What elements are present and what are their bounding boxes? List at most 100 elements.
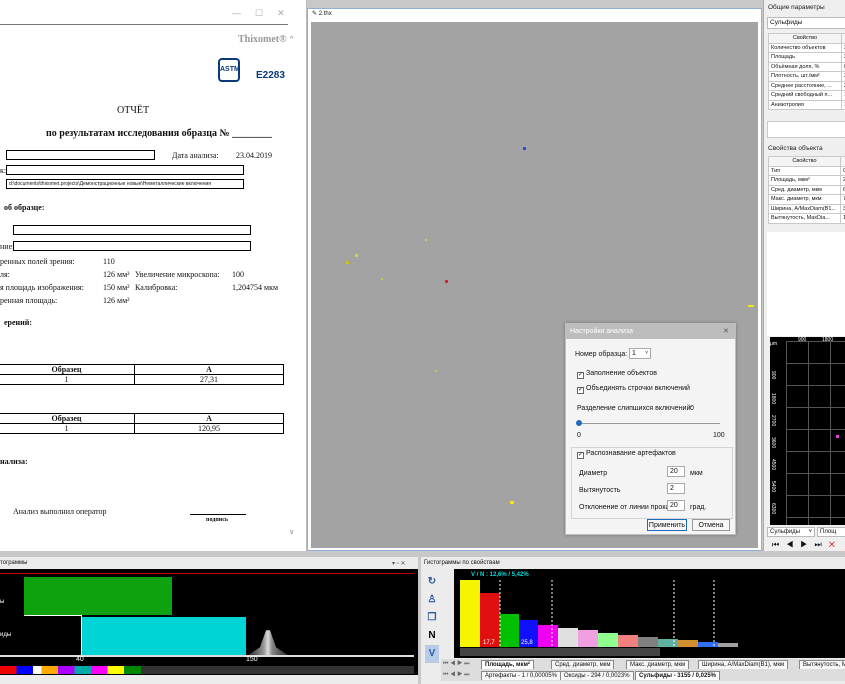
person-icon[interactable]: ♙: [425, 591, 439, 609]
scroll-up-icon[interactable]: ^: [290, 36, 293, 43]
tick-label: 17,7: [483, 640, 495, 646]
table-row[interactable]: Площадь2: [768, 52, 845, 63]
plot-property-select[interactable]: Площ: [817, 527, 845, 537]
chevron-down-icon: ˅: [808, 529, 812, 535]
tab-elongation[interactable]: Вытянутость, MaxDiam/...: [799, 660, 845, 669]
first-icon[interactable]: ⏮: [772, 540, 786, 549]
table-row[interactable]: Вытянутость, MaxDia...1: [767, 213, 845, 224]
table-header: A: [134, 364, 284, 375]
panel-title: тограммы: [0, 560, 28, 566]
tab-strip: ⏮ ◀ ▶ ⏭ Площадь, мкм² Сред. диаметр, мкм…: [441, 659, 845, 670]
fill-objects-checkbox[interactable]: ✓ Заполнение объектов: [577, 370, 657, 379]
histogram-bar: [460, 580, 480, 647]
inclusion-object[interactable]: [510, 501, 514, 504]
table-row[interactable]: Плотность, шт./мм²2: [768, 71, 845, 82]
report-subtitle: по результатам исследования образца № __…: [46, 128, 273, 139]
diameter-input[interactable]: 20: [667, 466, 685, 477]
delete-icon[interactable]: ✕: [829, 540, 842, 549]
histogram-bar: [598, 633, 618, 647]
scatter-plot[interactable]: μm 900 1800 900 1800 2700 3600 4500 5400…: [770, 337, 845, 525]
close-icon[interactable]: ✕: [723, 327, 729, 335]
merge-lines-checkbox[interactable]: ✓ Объединять строчки включений: [577, 385, 690, 394]
class-tab-strip: ⏮ ◀ ▶ ⏭ Артефакты - 1 / 0,00005% Оксиды …: [441, 670, 845, 681]
table-row[interactable]: Среднее расстояние, ...2: [768, 80, 845, 91]
color-legend-strip[interactable]: [0, 666, 414, 674]
table-cell: Плотность, шт./мм²: [768, 71, 842, 82]
histogram-bar: [538, 625, 558, 647]
scroll-down-icon[interactable]: v: [290, 529, 294, 536]
property-histogram[interactable]: V / N : 12,6% / 5,42% 17,7 25,8: [454, 569, 845, 658]
histogram-bar: [578, 630, 598, 647]
cancel-button[interactable]: Отмена: [692, 519, 730, 531]
plot-point[interactable]: [836, 435, 839, 438]
tab-nav-icons[interactable]: ⏮ ◀ ▶ ⏭: [443, 672, 470, 679]
inclusion-object[interactable]: [381, 278, 383, 280]
table-row[interactable]: Объёмная доля, %0: [768, 61, 845, 72]
minimize-button[interactable]: —: [232, 8, 255, 18]
prev-icon[interactable]: ◀: [786, 540, 800, 549]
inclusion-object[interactable]: [346, 261, 349, 264]
copy-icon[interactable]: ❐: [425, 609, 439, 627]
tab-mean-diameter[interactable]: Сред. диаметр, мкм: [551, 660, 615, 669]
tab-oxides[interactable]: Оксиды - 294 / 0,0023%: [560, 671, 634, 680]
table-cell: Количество объектов: [768, 42, 842, 53]
inclusion-object[interactable]: [435, 370, 437, 372]
last-icon[interactable]: ⏭: [814, 540, 828, 549]
table-row[interactable]: Макс. диаметр, мкм7: [767, 194, 845, 205]
note-field[interactable]: [13, 241, 251, 251]
close-button[interactable]: ✕: [277, 8, 299, 18]
sample-number-select[interactable]: 1 ˅: [629, 348, 651, 359]
viewer-tab[interactable]: ✎ 2.thx: [312, 10, 332, 17]
rotate-icon[interactable]: ↻: [425, 573, 439, 591]
histogram-area[interactable]: ы иды 40 150: [0, 569, 418, 675]
sample-name-field[interactable]: [6, 150, 155, 160]
tab-sulfides[interactable]: Сульфиды - 3155 / 0,025%: [635, 671, 720, 680]
table-row[interactable]: Количество объектов3: [768, 42, 845, 53]
histogram-bar: [480, 593, 500, 647]
plot-class-select[interactable]: Сульфиды ˅: [767, 527, 815, 537]
artifacts-checkbox[interactable]: ✓ Распознавание артефактов: [577, 450, 676, 459]
table-row[interactable]: Площадь, мкм²2: [767, 175, 845, 186]
table-cell: 2: [840, 80, 845, 91]
tab-max-diameter[interactable]: Макс. диаметр, мкм: [626, 660, 690, 669]
maximize-button[interactable]: ☐: [255, 8, 277, 18]
split-slider-track[interactable]: [579, 423, 720, 424]
table-row[interactable]: Сред. диаметр, мкм6: [767, 184, 845, 195]
tab-area[interactable]: Площадь, мкм²: [481, 660, 534, 669]
split-slider-thumb[interactable]: [576, 420, 582, 426]
deviation-input[interactable]: 20: [667, 500, 685, 511]
tab-nav-icons[interactable]: ⏮ ◀ ▶ ⏭: [443, 661, 470, 668]
elongation-input[interactable]: 2: [667, 483, 685, 494]
panel-controls[interactable]: ▾ ▫ ✕: [392, 560, 406, 567]
inclusion-object[interactable]: [355, 254, 358, 257]
inclusion-object[interactable]: [445, 280, 448, 283]
tab-width[interactable]: Ширина, A/MaxDiam(B1), мкм: [698, 660, 789, 669]
sample-info-field[interactable]: [13, 225, 251, 235]
table-row[interactable]: Ширина, A/MaxDiam(B1...3: [767, 203, 845, 214]
results-table-2: Образец A 1 120,95: [0, 413, 284, 434]
class-select[interactable]: Сульфиды: [767, 17, 845, 29]
color-strip: [460, 648, 660, 656]
analysis-settings-dialog: Настройки анализа ✕ Номер образца: 1 ˅ ✓ З…: [565, 323, 736, 535]
path-field[interactable]: d:\documents\thixomet.projects\Демонстра…: [6, 179, 244, 189]
table-header: Свойство: [767, 156, 842, 167]
property-histograms-panel: Гистограммы по свойствам ↻ ♙ ❐ N V V / N…: [421, 557, 845, 684]
text-field[interactable]: [6, 165, 244, 175]
table-row[interactable]: ТипС: [767, 165, 845, 176]
inclusion-object[interactable]: [523, 147, 526, 150]
next-icon[interactable]: ▶: [800, 540, 814, 549]
sample-number-label: Номер образца:: [575, 351, 628, 358]
table-row[interactable]: Средний свободный п...1: [768, 90, 845, 101]
table-cell: 1: [0, 374, 135, 385]
v-mode-button[interactable]: V: [425, 645, 439, 663]
deviation-label: Отклонение от линии прокатки: [579, 504, 680, 511]
table-cell: Площадь, мкм²: [767, 175, 842, 186]
n-mode-button[interactable]: N: [425, 627, 439, 645]
window-controls[interactable]: —☐✕: [232, 8, 299, 19]
inclusion-object[interactable]: [425, 239, 427, 241]
brand-logo: Thixomet®: [238, 34, 287, 45]
table-row[interactable]: Анизотропия1: [768, 99, 845, 110]
tab-artifacts[interactable]: Артефакты - 1 / 0,00005%: [481, 671, 561, 680]
inclusion-object[interactable]: [748, 305, 754, 307]
apply-button[interactable]: Применить: [647, 519, 687, 531]
